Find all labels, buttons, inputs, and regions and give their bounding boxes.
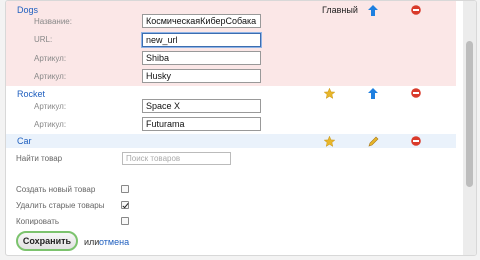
sku-field-shiba[interactable]: Shiba [142, 51, 261, 65]
or-text: или [84, 237, 100, 247]
star-icon[interactable] [323, 87, 335, 99]
scrollbar[interactable] [463, 1, 476, 255]
delete-icon[interactable] [410, 87, 422, 99]
sku-label: Артикул: [34, 72, 67, 81]
url-field[interactable]: new_url [142, 33, 261, 47]
search-input[interactable] [122, 152, 231, 165]
create-new-checkbox[interactable] [121, 185, 129, 193]
sku-field-spacex[interactable]: Space X [142, 99, 261, 113]
sku-field-husky[interactable]: Husky [142, 69, 261, 83]
create-new-label: Создать новый товар [16, 185, 96, 194]
sku-label: Артикул: [34, 54, 67, 63]
url-label: URL: [34, 35, 53, 44]
product-title-car[interactable]: Car [17, 136, 32, 146]
delete-icon[interactable] [410, 4, 422, 16]
main-badge: Главный [322, 5, 358, 15]
sku-field-futurama[interactable]: Futurama [142, 117, 261, 131]
delete-old-label: Удалить старые товары [16, 201, 105, 210]
product-title-rocket[interactable]: Rocket [17, 89, 45, 99]
product-panel: Dogs Главный Название: КосмическаяКиберС… [0, 0, 480, 260]
form-footer: Сохранить или отмена [11, 225, 471, 255]
arrow-up-icon[interactable] [367, 4, 379, 16]
copy-checkbox[interactable] [121, 217, 129, 225]
search-label: Найти товар [16, 154, 63, 163]
sku-label: Артикул: [34, 102, 67, 111]
cancel-link[interactable]: отмена [99, 237, 129, 247]
delete-old-checkbox[interactable] [121, 201, 129, 209]
arrow-up-icon[interactable] [367, 87, 379, 99]
sku-label: Артикул: [34, 120, 67, 129]
product-row-rocket: Rocket Артикул: Space X Артикул: Futuram… [6, 86, 456, 134]
product-row-dogs: Dogs Главный Название: КосмическаяКиберС… [6, 1, 456, 86]
star-icon[interactable] [323, 135, 335, 147]
name-label: Название: [34, 17, 72, 26]
name-field[interactable]: КосмическаяКиберСобака [142, 14, 261, 28]
save-button[interactable]: Сохранить [16, 231, 78, 251]
product-title-dogs[interactable]: Dogs [17, 5, 38, 15]
delete-icon[interactable] [410, 135, 422, 147]
products-card: Dogs Главный Название: КосмическаяКиберС… [5, 0, 477, 256]
product-row-car: Car [6, 134, 456, 148]
scrollbar-thumb[interactable] [466, 41, 473, 187]
pencil-icon[interactable] [367, 135, 379, 147]
